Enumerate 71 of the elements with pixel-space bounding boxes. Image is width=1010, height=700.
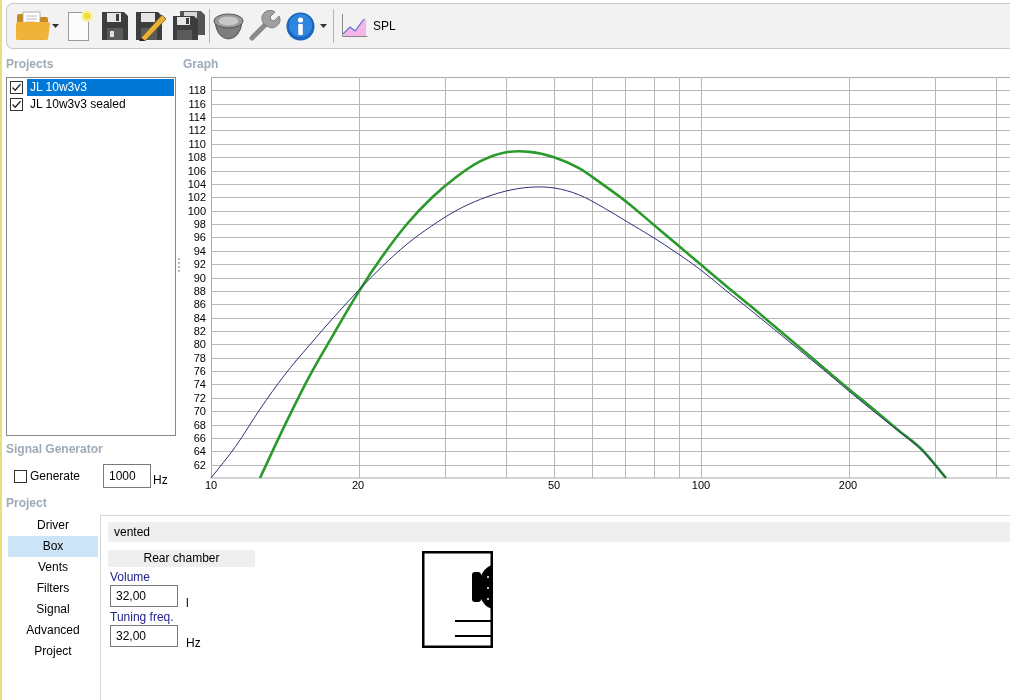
unit-label: l bbox=[186, 596, 189, 610]
checkbox[interactable] bbox=[10, 81, 23, 94]
y-axis-label: 66 bbox=[193, 431, 206, 444]
y-axis-label: 102 bbox=[187, 191, 206, 204]
section-title: Signal Generator bbox=[6, 442, 103, 457]
speaker-icon[interactable] bbox=[213, 12, 244, 40]
nav-item[interactable]: Advanced bbox=[8, 620, 98, 641]
y-axis-label: 62 bbox=[193, 458, 206, 471]
input-field[interactable]: 32,00 bbox=[110, 625, 178, 647]
field-label: Volume bbox=[110, 570, 151, 585]
field-label: Tuning freq. bbox=[110, 610, 174, 625]
nav-item[interactable]: Filters bbox=[8, 578, 98, 599]
y-axis-label: 70 bbox=[193, 405, 206, 418]
section-header: Rear chamber bbox=[108, 550, 255, 567]
x-axis-label: 20 bbox=[351, 479, 365, 491]
nav-item[interactable]: Signal bbox=[8, 599, 98, 620]
floppy-disk-pencil-icon[interactable] bbox=[135, 11, 168, 41]
y-axis-label: 106 bbox=[187, 164, 206, 177]
y-axis-label: 90 bbox=[193, 271, 206, 284]
y-axis-label: 78 bbox=[193, 351, 206, 364]
stacked-floppy-disks-icon[interactable] bbox=[172, 11, 206, 41]
y-axis-label: 80 bbox=[193, 338, 206, 351]
y-axis-label: 88 bbox=[193, 284, 206, 297]
caret-icon[interactable] bbox=[320, 24, 327, 28]
unit-label: Hz bbox=[153, 473, 168, 488]
y-axis-label: 72 bbox=[193, 391, 206, 404]
checkbox[interactable] bbox=[10, 98, 23, 111]
input-field[interactable]: 1000 bbox=[103, 464, 151, 488]
input-field[interactable]: 32,00 bbox=[110, 585, 178, 607]
wrench-icon[interactable] bbox=[248, 10, 281, 42]
x-axis-label: 10 bbox=[204, 479, 218, 491]
checkbox[interactable] bbox=[14, 469, 27, 483]
y-axis-label: 68 bbox=[193, 418, 206, 431]
y-axis-label: 108 bbox=[187, 151, 206, 164]
y-axis-label: 74 bbox=[193, 378, 206, 391]
x-axis-label: 50 bbox=[547, 479, 561, 491]
x-axis-label: 200 bbox=[838, 479, 858, 491]
y-axis-label: 104 bbox=[187, 177, 206, 190]
unit-label: Hz bbox=[186, 636, 201, 650]
nav-item[interactable]: Box bbox=[8, 536, 98, 557]
list-item[interactable]: JL 10w3v3 sealed bbox=[27, 96, 174, 113]
y-axis-label: 110 bbox=[188, 137, 206, 150]
section-title: Graph bbox=[183, 57, 219, 72]
section-title: Projects bbox=[6, 57, 54, 72]
y-axis-label: 76 bbox=[193, 365, 206, 378]
y-axis-label: 100 bbox=[187, 204, 206, 217]
y-axis-label: 94 bbox=[193, 244, 206, 257]
section-title: Project bbox=[6, 496, 47, 511]
info-icon[interactable] bbox=[286, 11, 315, 41]
chart-icon bbox=[340, 13, 368, 39]
y-axis-label: 64 bbox=[193, 445, 206, 458]
y-axis-label: 112 bbox=[188, 124, 206, 137]
nav-item[interactable]: Driver bbox=[8, 515, 98, 536]
new-document-icon[interactable] bbox=[67, 10, 93, 42]
y-axis-label: 92 bbox=[193, 258, 206, 271]
y-axis-label: 82 bbox=[193, 324, 206, 337]
y-axis-label: 86 bbox=[193, 298, 206, 311]
box-type-dropdown[interactable]: vented bbox=[108, 522, 1010, 542]
checkbox-label[interactable]: Generate bbox=[30, 468, 103, 484]
spl-button[interactable]: SPL bbox=[338, 11, 398, 41]
y-axis-label: 98 bbox=[193, 218, 206, 231]
y-axis-label: 84 bbox=[193, 311, 206, 324]
nav-item[interactable]: Vents bbox=[8, 557, 98, 578]
x-axis-label: 100 bbox=[691, 479, 711, 491]
y-axis-label: 118 bbox=[188, 84, 206, 97]
y-axis-label: 96 bbox=[193, 231, 206, 244]
y-axis-label: 116 bbox=[188, 97, 206, 110]
caret-icon[interactable] bbox=[52, 24, 59, 28]
list-item[interactable]: JL 10w3v3 bbox=[27, 79, 174, 96]
y-axis-label: 114 bbox=[188, 111, 206, 124]
nav-item[interactable]: Project bbox=[8, 641, 98, 662]
